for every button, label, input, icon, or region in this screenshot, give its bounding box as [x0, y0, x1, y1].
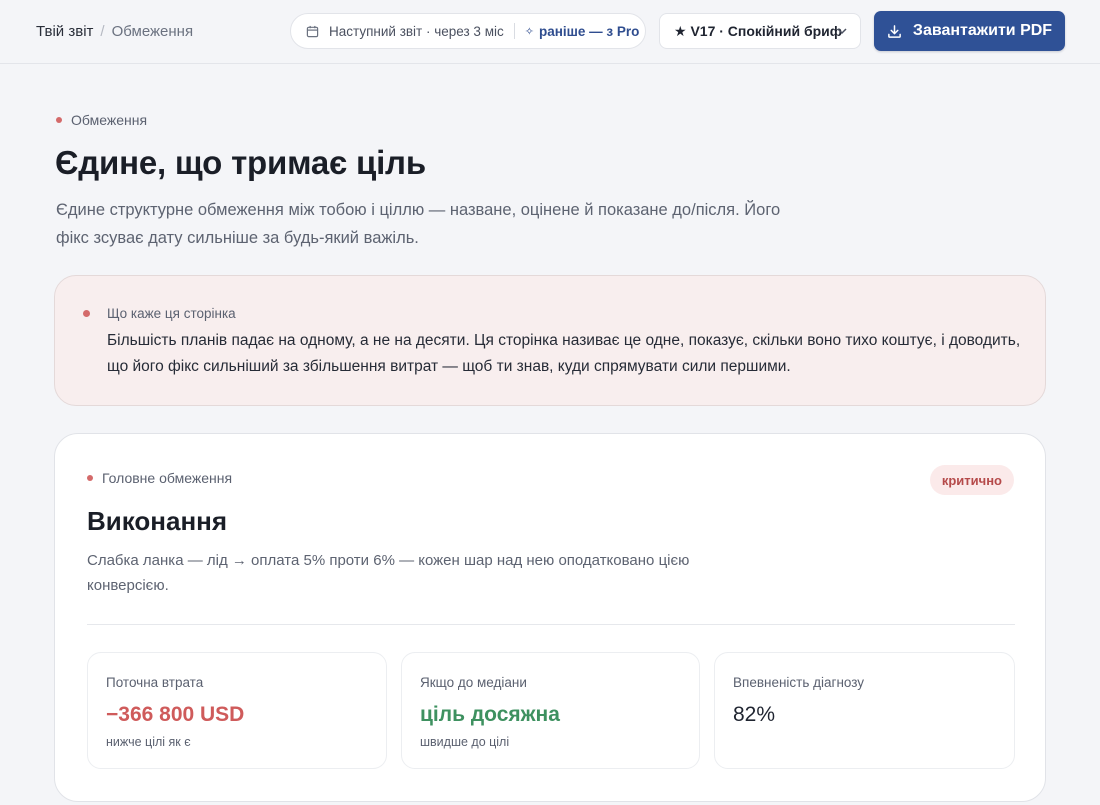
constraint-eyebrow-dot — [87, 475, 93, 481]
pill-divider — [513, 23, 515, 39]
pro-upgrade-label: раніше — з Pro — [538, 23, 640, 39]
pro-upgrade-link[interactable]: ✧ раніше — з Pro — [525, 24, 640, 39]
next-report-text: Наступний звіт · через 3 міс — [329, 23, 504, 39]
page-summary-note: Що каже ця сторінка Більшість планів пад… — [54, 275, 1046, 406]
metric-label: Впевненість діагнозу — [733, 675, 865, 690]
constraint-eyebrow: Головне обмеження — [87, 470, 232, 486]
note-dot — [83, 310, 90, 317]
main-constraint-card: Головне обмеження критично Виконання Сла… — [54, 433, 1046, 802]
chevron-down-icon — [837, 28, 847, 35]
sparkle-icon: ✧ — [524, 25, 534, 38]
metric-current-loss: Поточна втрата −366 800 USD нижче цілі я… — [87, 652, 387, 769]
metric-value: 82% — [733, 703, 776, 726]
breadcrumb-separator: / — [100, 23, 105, 40]
breadcrumb-root-link[interactable]: Твій звіт — [36, 23, 93, 40]
card-divider — [87, 624, 1015, 625]
section-eyebrow-label: Обмеження — [71, 112, 148, 128]
page-title: Єдине, що тримає ціль — [55, 144, 426, 181]
constraint-description: Слабка ланка — лід → оплата 5% проти 6% … — [87, 552, 690, 594]
metric-if-median: Якщо до медіани ціль досяжна швидше до ц… — [401, 652, 700, 769]
page-lede: Єдине структурне обмеження між тобою і ц… — [56, 201, 781, 247]
breadcrumb-current: Обмеження — [111, 23, 194, 40]
metric-value: ціль досяжна — [420, 703, 560, 726]
top-bar: Твій звіт / Обмеження Наступний звіт · ч… — [0, 0, 1100, 64]
section-eyebrow: Обмеження — [56, 112, 147, 128]
download-pdf-button[interactable]: Завантажити PDF — [874, 11, 1065, 51]
constraint-eyebrow-label: Головне обмеження — [102, 470, 233, 486]
download-pdf-label: Завантажити PDF — [912, 22, 1053, 39]
download-icon — [888, 24, 901, 38]
breadcrumb: Твій звіт / Обмеження — [36, 23, 193, 40]
severity-badge: критично — [929, 465, 1014, 495]
metric-label: Поточна втрата — [106, 675, 204, 690]
version-select-value: ★ V17 · Спокійний бриф — [674, 22, 843, 39]
calendar-icon — [306, 25, 319, 37]
metric-sub: швидше до цілі — [420, 735, 510, 749]
metric-label: Якщо до медіани — [420, 675, 527, 690]
next-report-pill[interactable]: Наступний звіт · через 3 міс ✧ раніше — … — [290, 13, 646, 49]
metric-value: −366 800 USD — [106, 703, 245, 726]
metric-sub: нижче цілі як є — [106, 735, 191, 749]
constraint-title: Виконання — [87, 506, 228, 536]
note-body: Більшість планів падає на одному, а не н… — [107, 332, 1021, 375]
version-select[interactable]: ★ V17 · Спокійний бриф — [659, 13, 861, 49]
note-label: Що каже ця сторінка — [107, 306, 236, 321]
metric-diagnosis-confidence: Впевненість діагнозу 82% — [714, 652, 1015, 769]
eyebrow-dot — [56, 117, 62, 123]
